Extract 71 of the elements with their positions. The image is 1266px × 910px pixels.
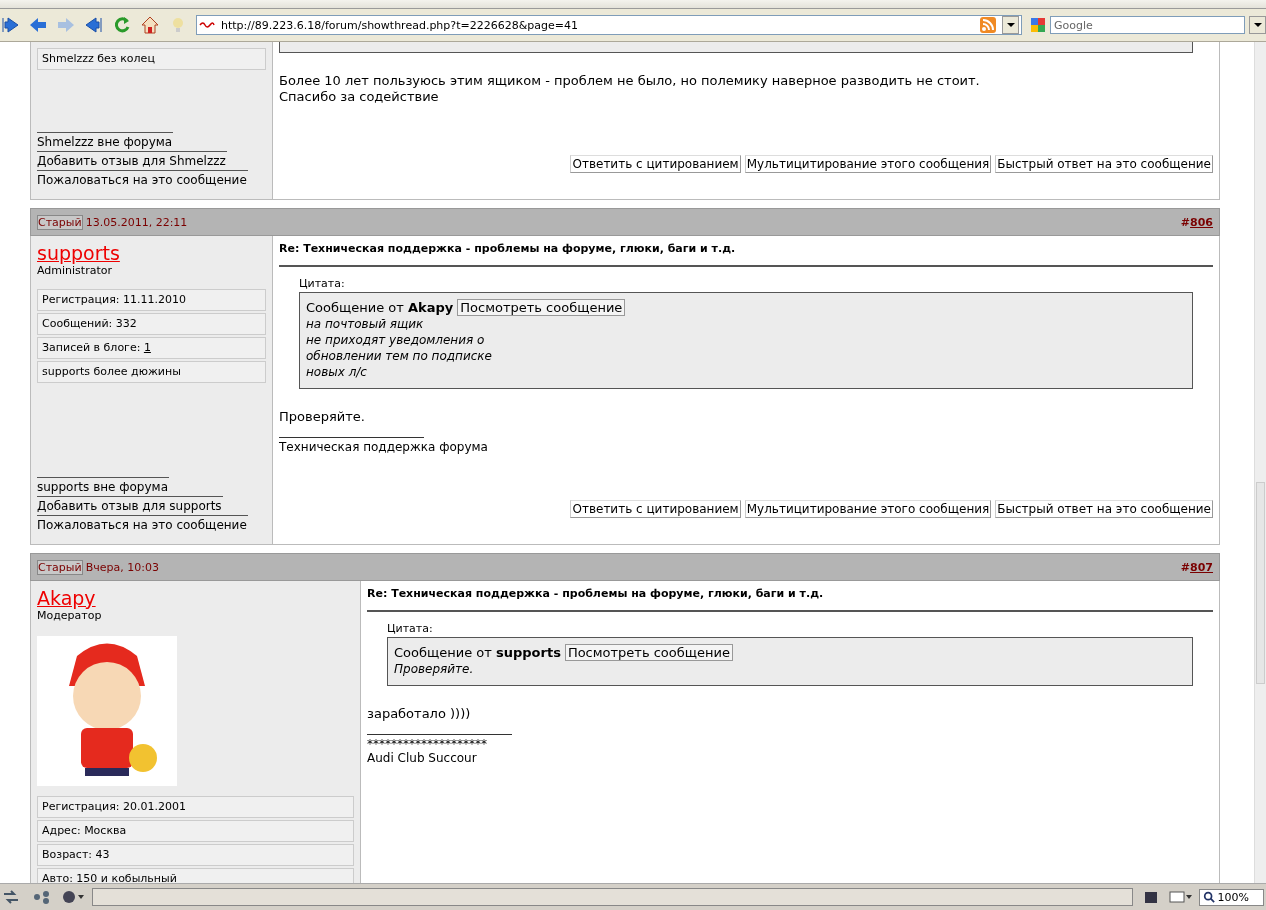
post-number-link[interactable]: 806 [1190, 215, 1213, 229]
quote-author: Сообщение от supports [394, 645, 561, 660]
quote-label: Цитата: [299, 277, 346, 290]
address-field[interactable]: http://89.223.6.18/forum/showthread.php?t=2226628&page=41 [196, 15, 1022, 35]
search-field[interactable]: Google [1050, 16, 1245, 34]
username-link[interactable]: Akapy [37, 587, 354, 609]
user-menu-link[interactable]: supports вне форума [37, 477, 169, 496]
user-menu-link[interactable]: Пожаловаться на это сообщение [37, 515, 248, 534]
signature-text: Audi Club Succour [367, 751, 478, 765]
message-text: Спасибо за содействие [279, 89, 440, 105]
user-stat: Авто: 150 и кобыльный [37, 868, 354, 883]
quote-text: на почтовый ящик [306, 316, 425, 332]
user-menu-link[interactable]: Добавить отзыв для Shmelzzz [37, 151, 227, 170]
rss-icon[interactable] [980, 17, 996, 33]
post-action-button[interactable]: Ответить с цитированием [570, 155, 741, 173]
quote-text: новых л/с [306, 364, 368, 380]
post-date: 13.05.2011, 22:11 [85, 215, 188, 229]
dropdown-button[interactable] [1249, 16, 1266, 34]
post-number: #807 [1180, 560, 1213, 574]
message-text: Более 10 лет пользуюсь этим ящиком - проблем не было, но полемику наверное разводить не стоит. [279, 73, 981, 89]
post-number-link[interactable]: 807 [1190, 560, 1213, 574]
user-stat: Записей в блоге: 1 [37, 337, 266, 359]
post-action-button[interactable]: Мультицитирование этого сообщения [744, 500, 992, 518]
user-menu-link[interactable]: Пожаловаться на это сообщение [37, 170, 248, 189]
user-badge: supports более дюжины [37, 361, 266, 383]
magnifier-icon [1202, 891, 1215, 903]
signature-text: ******************** [367, 737, 488, 751]
user-stat: Регистрация: 11.11.2010 [37, 289, 266, 311]
dropdown-button[interactable] [1002, 16, 1019, 34]
caret-icon [1006, 23, 1015, 27]
back-icon[interactable] [28, 15, 48, 35]
user-badge: Shmelzzz без колец [37, 48, 266, 70]
user-stat: Сообщений: 332 [37, 313, 266, 335]
quote-text: не приходят уведомления о [306, 332, 486, 348]
user-stat: Регистрация: 20.01.2001 [37, 796, 354, 818]
post-status-label: Старый [37, 214, 83, 230]
zoom-control[interactable]: 100% [1198, 888, 1264, 906]
user-stat: Адрес: Москва [37, 820, 354, 842]
scrollbar[interactable] [1254, 42, 1266, 883]
username-link[interactable]: supports [37, 242, 266, 264]
first-page-icon[interactable] [0, 15, 20, 35]
image-icon[interactable] [1168, 890, 1193, 904]
user-menu-link[interactable]: Добавить отзыв для supports [37, 496, 223, 515]
post-action-button[interactable]: Быстрый ответ на это сообщение [995, 155, 1213, 173]
message-text: заработало )))) [367, 706, 472, 722]
message-text: Проверяйте. [279, 409, 366, 425]
user-role: Модератор [37, 609, 103, 622]
post-action-button[interactable]: Ответить с цитированием [570, 500, 741, 518]
caret-icon [1253, 23, 1262, 27]
post-title: Re: Техническая поддержка - проблемы на форуме, глюки, баги и т.д. [279, 242, 1213, 267]
post-title: Re: Техническая поддержка - проблемы на форуме, глюки, баги и т.д. [367, 587, 1213, 612]
blog-count-link[interactable]: 1 [143, 341, 151, 354]
post-number: #806 [1180, 215, 1213, 229]
post-date: Вчера, 10:03 [85, 560, 159, 574]
user-stat: Возраст: 43 [37, 844, 354, 866]
quote-author: Сообщение от Akapy [306, 300, 454, 315]
home-icon[interactable] [140, 15, 160, 35]
last-page-icon[interactable] [84, 15, 104, 35]
search-engine-icon[interactable] [1030, 18, 1046, 32]
view-post-link[interactable]: Посмотреть сообщение [457, 299, 626, 316]
post-action-button[interactable]: Быстрый ответ на это сообщение [995, 500, 1213, 518]
quote-label: Цитата: [387, 622, 434, 635]
post-action-button[interactable]: Мультицитирование этого сообщения [744, 155, 992, 173]
quote-text: обновлении тем по подписке [306, 348, 493, 364]
quote-text: Проверяйте. [394, 661, 475, 677]
signature-text: Техническая поддержка форума [279, 440, 489, 454]
user-role: Administrator [37, 264, 113, 277]
post-status-label: Старый [37, 559, 83, 575]
view-post-link[interactable]: Посмотреть сообщение [564, 644, 733, 661]
user-menu-link[interactable]: Shmelzzz вне форума [37, 132, 174, 151]
reload-icon[interactable] [112, 15, 132, 35]
